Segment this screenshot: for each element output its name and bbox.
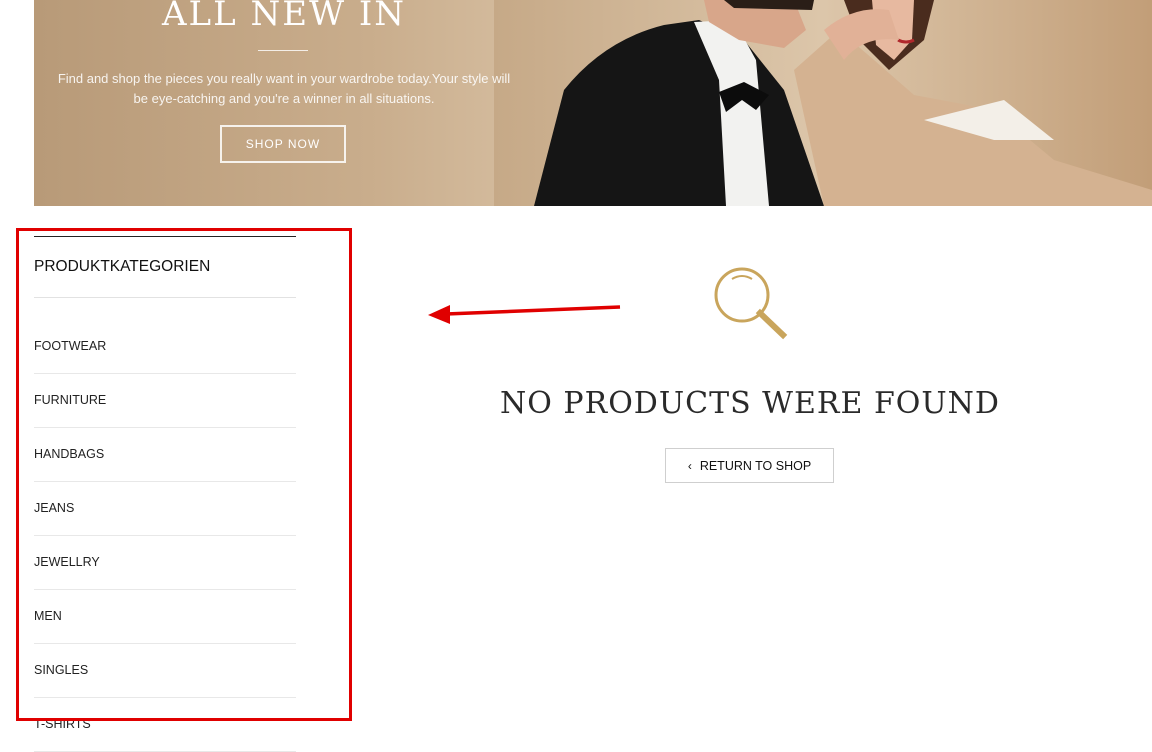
banner-photo <box>494 0 1152 206</box>
return-to-shop-label: RETURN TO SHOP <box>699 458 812 473</box>
no-products-message: NO PRODUCTS WERE FOUND <box>500 386 1000 421</box>
return-to-shop-button[interactable]: ‹ RETURN TO SHOP <box>665 448 834 483</box>
shop-now-button[interactable]: SHOP NOW <box>220 125 346 163</box>
banner-description: Find and shop the pieces you really want… <box>57 71 511 106</box>
annotation-arrow <box>428 305 621 324</box>
search-icon <box>714 267 788 340</box>
banner-divider <box>258 50 308 51</box>
banner-title: ALL NEW IN <box>161 0 407 34</box>
annotation-highlight-frame <box>16 228 352 721</box>
chevron-left-icon: ‹ <box>687 458 692 473</box>
hero-banner: ALL NEW IN Find and shop the pieces you … <box>34 0 1152 206</box>
